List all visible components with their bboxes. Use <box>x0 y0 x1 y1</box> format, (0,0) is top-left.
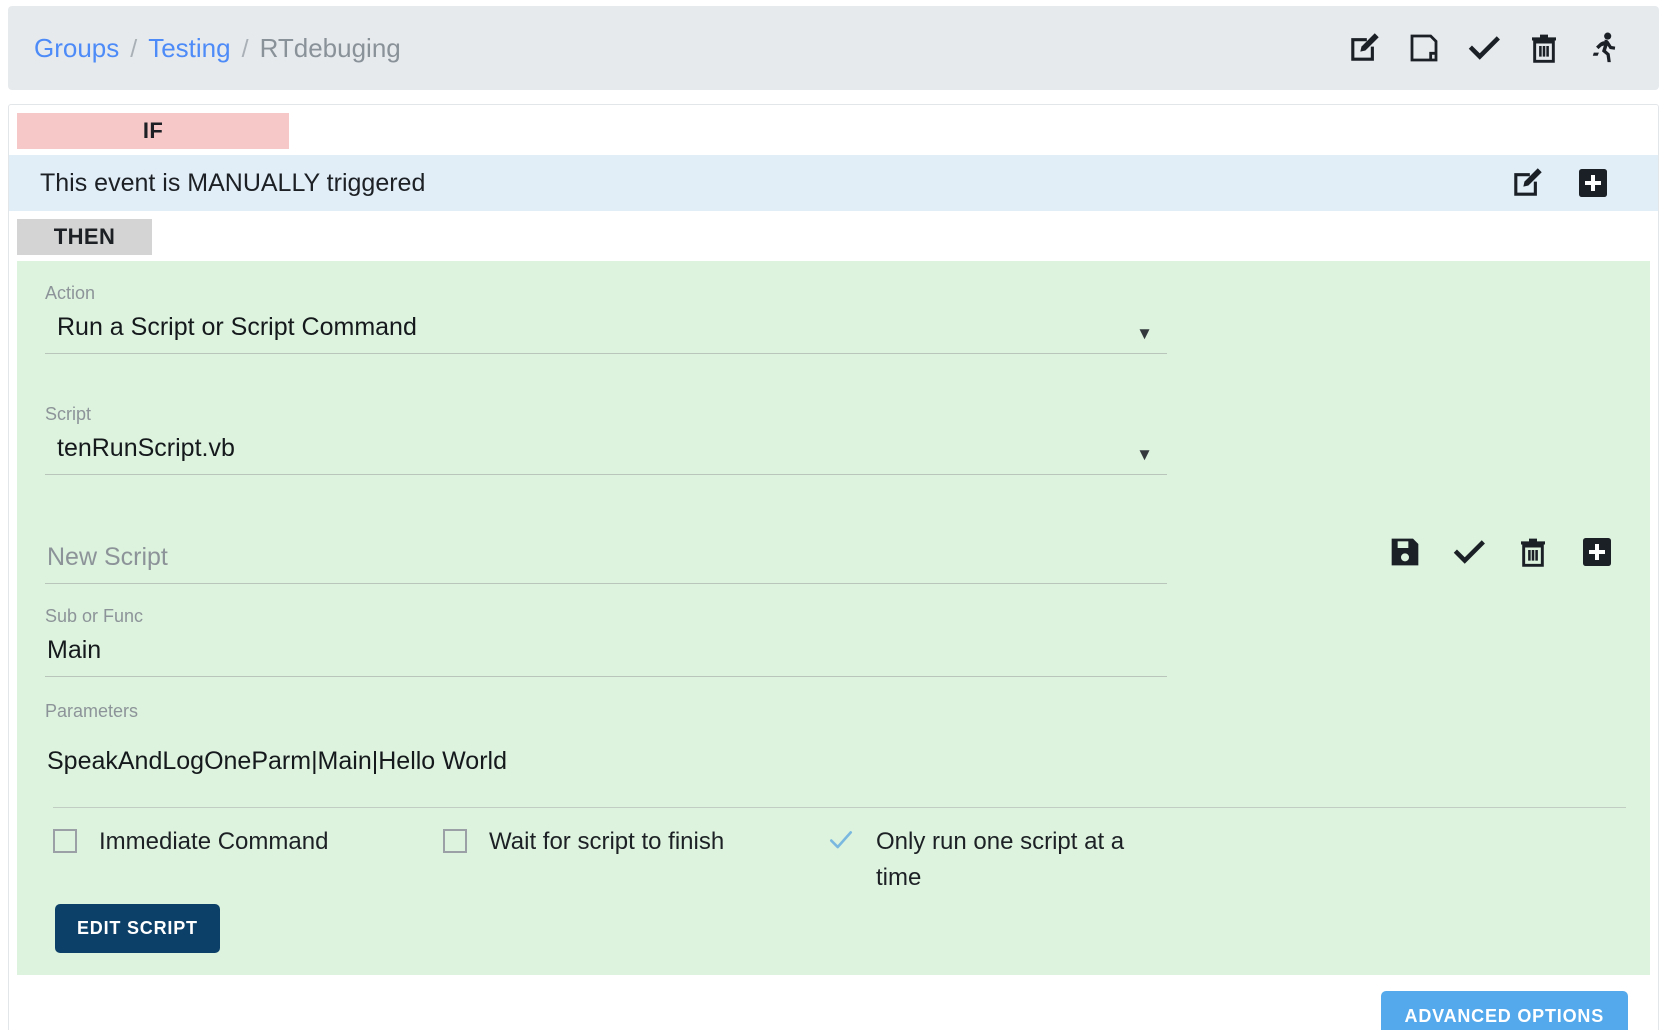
if-condition-row[interactable]: This event is MANUALLY triggered <box>9 155 1658 211</box>
breadcrumb-item-groups[interactable]: Groups <box>34 33 119 64</box>
option-label: Immediate Command <box>99 828 329 855</box>
breadcrumb-separator: / <box>130 34 138 63</box>
option-label: Only run one script at a time <box>876 828 1125 891</box>
edit-icon[interactable] <box>1508 164 1546 202</box>
breadcrumb-item-current: RTdebuging <box>259 32 401 63</box>
action-field: Action Run a Script or Script Command ▼ <box>45 281 1167 354</box>
option-immediate-command[interactable]: Immediate Command <box>53 824 443 860</box>
breadcrumb-item-testing[interactable]: Testing <box>148 33 230 64</box>
breadcrumb-separator: / <box>241 34 249 63</box>
if-tag: IF <box>17 113 289 149</box>
option-label: Wait for script to finish <box>489 828 725 855</box>
checkbox-unchecked-icon[interactable] <box>53 829 77 853</box>
checkbox-checked-icon[interactable] <box>828 827 854 853</box>
trash-icon[interactable] <box>1514 533 1552 571</box>
then-fields: Action Run a Script or Script Command ▼ … <box>17 281 1167 787</box>
add-icon[interactable] <box>1574 164 1612 202</box>
edit-icon[interactable] <box>1345 29 1383 67</box>
then-tag-row: THEN <box>9 211 1658 255</box>
parameters-input[interactable]: SpeakAndLogOneParm|Main|Hello World <box>45 741 1167 787</box>
new-script-field: New Script <box>45 537 1167 584</box>
sub-or-func-field: Sub or Func Main <box>45 604 1167 677</box>
parameters-field: Parameters SpeakAndLogOneParm|Main|Hello… <box>45 699 1167 787</box>
check-icon[interactable] <box>1450 533 1488 571</box>
action-select-value[interactable]: Run a Script or Script Command <box>45 307 1167 354</box>
rule-card: IF This event is MANUALLY triggered THEN… <box>8 104 1659 1030</box>
toolbar-actions <box>1345 29 1633 67</box>
if-tag-row: IF <box>9 105 1658 149</box>
breadcrumb-bar: Groups / Testing / RTdebuging <box>8 6 1659 90</box>
then-tag: THEN <box>17 219 152 255</box>
app-root: Groups / Testing / RTdebuging IF This ev… <box>0 6 1667 1030</box>
option-wait-for-script[interactable]: Wait for script to finish <box>443 824 828 860</box>
edit-script-button[interactable]: EDIT SCRIPT <box>55 904 220 953</box>
breadcrumb: Groups / Testing / RTdebuging <box>34 33 1345 64</box>
option-only-one-script[interactable]: Only run one script at a time <box>828 824 1128 896</box>
add-icon[interactable] <box>1578 533 1616 571</box>
chevron-down-icon[interactable]: ▼ <box>1136 325 1153 342</box>
chevron-down-icon[interactable]: ▼ <box>1136 446 1153 463</box>
script-label: Script <box>45 404 92 424</box>
save-icon[interactable] <box>1386 533 1424 571</box>
note-icon[interactable] <box>1405 29 1443 67</box>
then-panel: Action Run a Script or Script Command ▼ … <box>17 261 1650 975</box>
new-script-input[interactable]: New Script <box>45 537 1167 584</box>
footer-bar: ADVANCED OPTIONS <box>17 991 1650 1030</box>
if-condition-actions <box>1508 164 1636 202</box>
script-field: Script tenRunScript.vb ▼ <box>45 402 1167 475</box>
sub-or-func-input[interactable]: Main <box>45 630 1167 677</box>
sub-or-func-label: Sub or Func <box>45 606 144 626</box>
check-icon[interactable] <box>1465 29 1503 67</box>
parameters-label: Parameters <box>45 701 139 721</box>
script-options-row: Immediate Command Wait for script to fin… <box>17 808 1650 896</box>
script-select-value[interactable]: tenRunScript.vb <box>45 428 1167 475</box>
run-icon[interactable] <box>1585 29 1623 67</box>
advanced-options-button[interactable]: ADVANCED OPTIONS <box>1380 991 1628 1030</box>
trash-icon[interactable] <box>1525 29 1563 67</box>
checkbox-unchecked-icon[interactable] <box>443 829 467 853</box>
if-condition-text: This event is MANUALLY triggered <box>40 168 426 197</box>
action-label: Action <box>45 283 96 303</box>
script-panel-actions <box>1386 533 1616 571</box>
